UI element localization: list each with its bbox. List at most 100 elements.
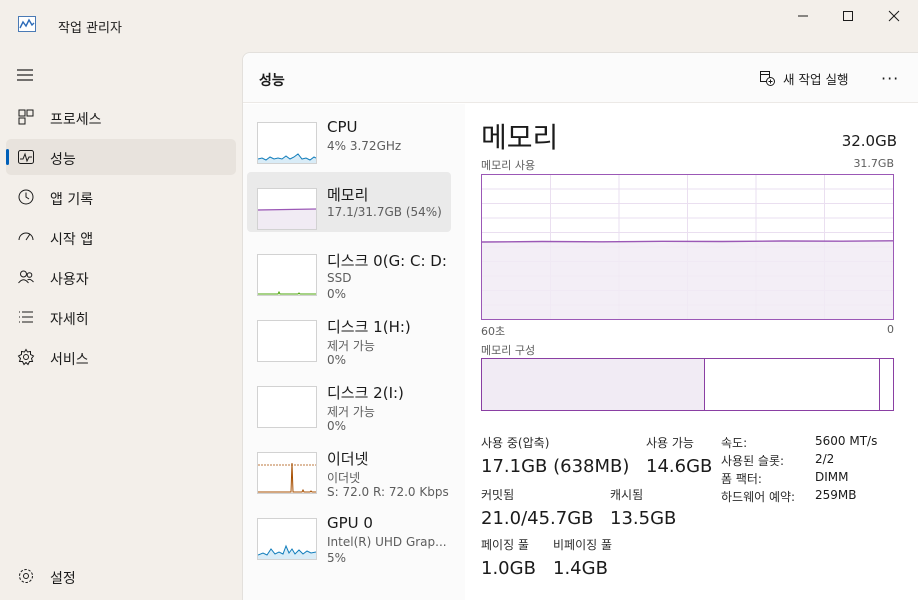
device-type: 제거 가능 [327,339,375,353]
device-type: SSD [327,271,352,285]
more-options-button[interactable]: ··· [881,69,901,89]
spec-hw-reserved-value: 259MB [815,488,857,502]
spec-hw-reserved-key: 하드웨어 예약: [721,490,796,504]
detail-title: 메모리 [481,121,559,154]
device-stat: 0% [327,287,347,301]
run-new-task-label: 새 작업 실행 [783,71,849,87]
ethernet-thumbnail-graph [257,452,317,494]
minimize-icon [798,15,808,17]
title-bar: 작업 관리자 [0,0,918,50]
spec-slots-key: 사용된 슬롯: [721,454,785,468]
device-name: 디스크 0(G: C: D: [327,252,447,270]
nonpaged-pool-label: 비페이징 풀 [553,538,613,552]
sidebar-item-settings[interactable]: 설정 [6,558,236,594]
graph-time-right: 0 [887,323,894,336]
device-disk-1[interactable]: 디스크 1(H:) 제거 가능 0% [247,304,451,367]
paged-pool-label: 페이징 풀 [481,538,529,552]
gpu-thumbnail-graph [257,518,317,560]
device-disk-2[interactable]: 디스크 2(I:) 제거 가능 0% [247,370,451,433]
sidebar-item-performance[interactable]: 성능 [6,139,236,175]
details-icon [19,311,33,323]
run-new-task-button[interactable]: 새 작업 실행 [759,67,848,89]
device-stat: S: 72.0 R: 72.0 Kbps [327,485,449,499]
page-title: 성능 [259,73,285,89]
sidebar-item-label: 성능 [50,152,76,168]
sidebar-item-label: 자세히 [50,312,89,328]
services-icon [17,348,35,366]
device-stat: 0% [327,419,347,433]
performance-icon [18,150,34,164]
device-disk-0[interactable]: 디스크 0(G: C: D: SSD 0% [247,238,451,301]
disk-1-thumbnail-graph [257,320,317,362]
disk-2-thumbnail-graph [257,386,317,428]
available-value: 14.6GB [646,456,713,477]
sidebar-item-processes[interactable]: 프로세스 [6,99,236,135]
in-use-value: 17.1GB (638MB) [481,456,630,477]
sidebar-item-app-history[interactable]: 앱 기록 [6,179,236,215]
device-gpu-0[interactable]: GPU 0 Intel(R) UHD Grap... 5% [247,502,451,565]
disk-0-thumbnail-graph [257,254,317,296]
device-stat: 0% [327,353,347,367]
close-button[interactable] [871,6,917,26]
sidebar-item-services[interactable]: 서비스 [6,339,236,375]
device-name: CPU [327,118,358,136]
device-ethernet[interactable]: 이더넷 이더넷 S: 72.0 R: 72.0 Kbps [247,436,451,499]
device-type: 이더넷 [327,471,361,485]
memory-composition-bar [481,358,894,411]
device-name: GPU 0 [327,514,373,532]
device-memory[interactable]: 메모리 17.1/31.7GB (54%) [247,172,451,232]
sidebar-item-startup-apps[interactable]: 시작 앱 [6,219,236,255]
graph-time-left: 60초 [481,325,506,338]
cached-label: 캐시됨 [610,488,644,502]
minimize-button[interactable] [780,6,826,26]
users-icon [18,270,34,284]
in-use-label: 사용 중(압축) [481,436,550,450]
task-manager-icon [18,16,36,32]
app-history-icon [18,189,34,205]
committed-label: 커밋됨 [481,488,515,502]
new-task-icon [760,71,775,86]
close-icon [888,10,900,22]
spec-slots-value: 2/2 [815,452,835,466]
device-name: 디스크 2(I:) [327,384,404,402]
spec-form-factor-value: DIMM [815,470,849,484]
usage-graph-max: 31.7GB [853,157,894,170]
device-list: CPU 4% 3.72GHz 메모리 17.1/31.7GB (54%) 디스크… [243,104,465,600]
spec-speed-key: 속도: [721,436,748,450]
memory-usage-graph [481,174,894,320]
maximize-button[interactable] [825,6,871,26]
memory-thumbnail-graph [257,188,317,230]
device-name: 이더넷 [327,450,369,468]
processes-icon [18,109,34,125]
sidebar-item-label: 앱 기록 [50,192,94,208]
cached-value: 13.5GB [610,508,677,529]
usage-graph-label: 메모리 사용 [481,159,536,172]
device-stat: 4% 3.72GHz [327,139,402,153]
sidebar-item-label: 프로세스 [50,112,102,128]
composition-in-use [482,359,705,410]
main-panel: 성능 새 작업 실행 ··· CPU 4% 3.72GHz 메모리 17.1/3… [242,52,918,600]
page-header: 성능 새 작업 실행 ··· [243,53,918,103]
sidebar-item-label: 시작 앱 [50,232,94,248]
device-stat: 17.1/31.7GB (54%) [327,205,442,219]
window-title: 작업 관리자 [58,21,122,36]
memory-detail-pane: 메모리 32.0GB 메모리 사용 31.7GB 60초 0 메모리 구성 사용… [465,104,918,600]
startup-apps-icon [18,232,34,241]
sidebar-item-details[interactable]: 자세히 [6,299,236,335]
composition-modified [879,359,880,410]
sidebar-item-users[interactable]: 사용자 [6,259,236,295]
cpu-thumbnail-graph [257,122,317,164]
hamburger-menu-icon[interactable] [16,68,34,82]
sidebar-item-label: 사용자 [50,272,89,288]
nonpaged-pool-value: 1.4GB [553,558,608,579]
sidebar-item-label: 설정 [50,571,76,587]
total-memory: 32.0GB [841,132,897,150]
spec-speed-value: 5600 MT/s [815,434,878,448]
device-model: Intel(R) UHD Grap... [327,535,447,549]
composition-label: 메모리 구성 [481,344,536,357]
device-stat: 5% [327,551,347,565]
sidebar: 프로세스 성능 앱 기록 시작 앱 사용자 자세히 서비스 설정 [0,50,242,600]
device-name: 디스크 1(H:) [327,318,411,336]
maximize-icon [843,11,853,21]
device-cpu[interactable]: CPU 4% 3.72GHz [247,106,451,166]
